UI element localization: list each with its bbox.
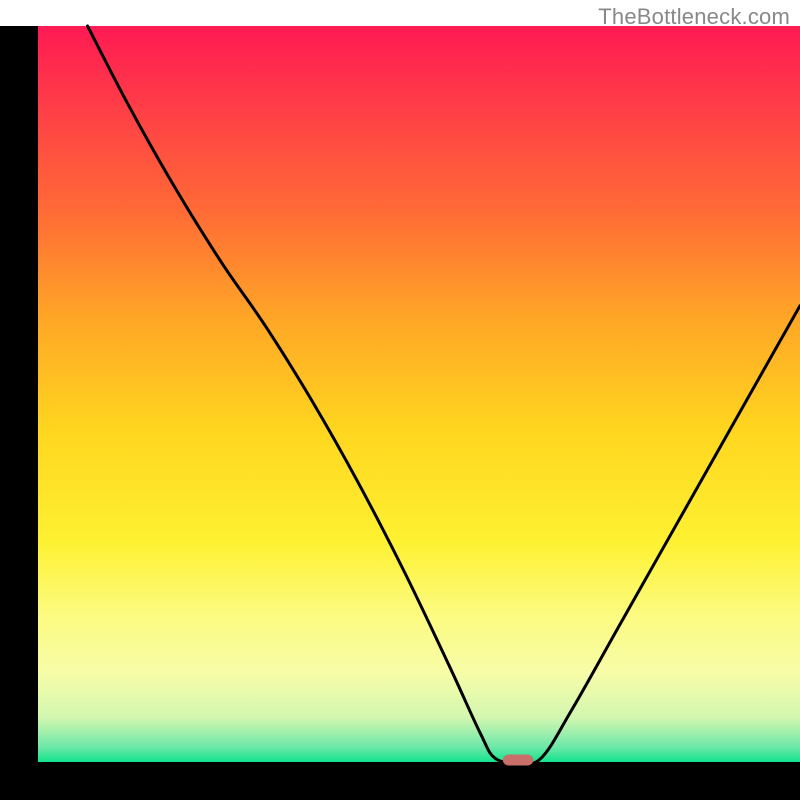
watermark-text: TheBottleneck.com — [598, 4, 790, 30]
bottleneck-chart — [0, 0, 800, 800]
chart-container: TheBottleneck.com — [0, 0, 800, 800]
minimum-marker — [503, 754, 533, 765]
axis-left-band — [0, 0, 38, 800]
axis-bottom-band — [0, 762, 800, 800]
plot-background — [38, 26, 800, 762]
